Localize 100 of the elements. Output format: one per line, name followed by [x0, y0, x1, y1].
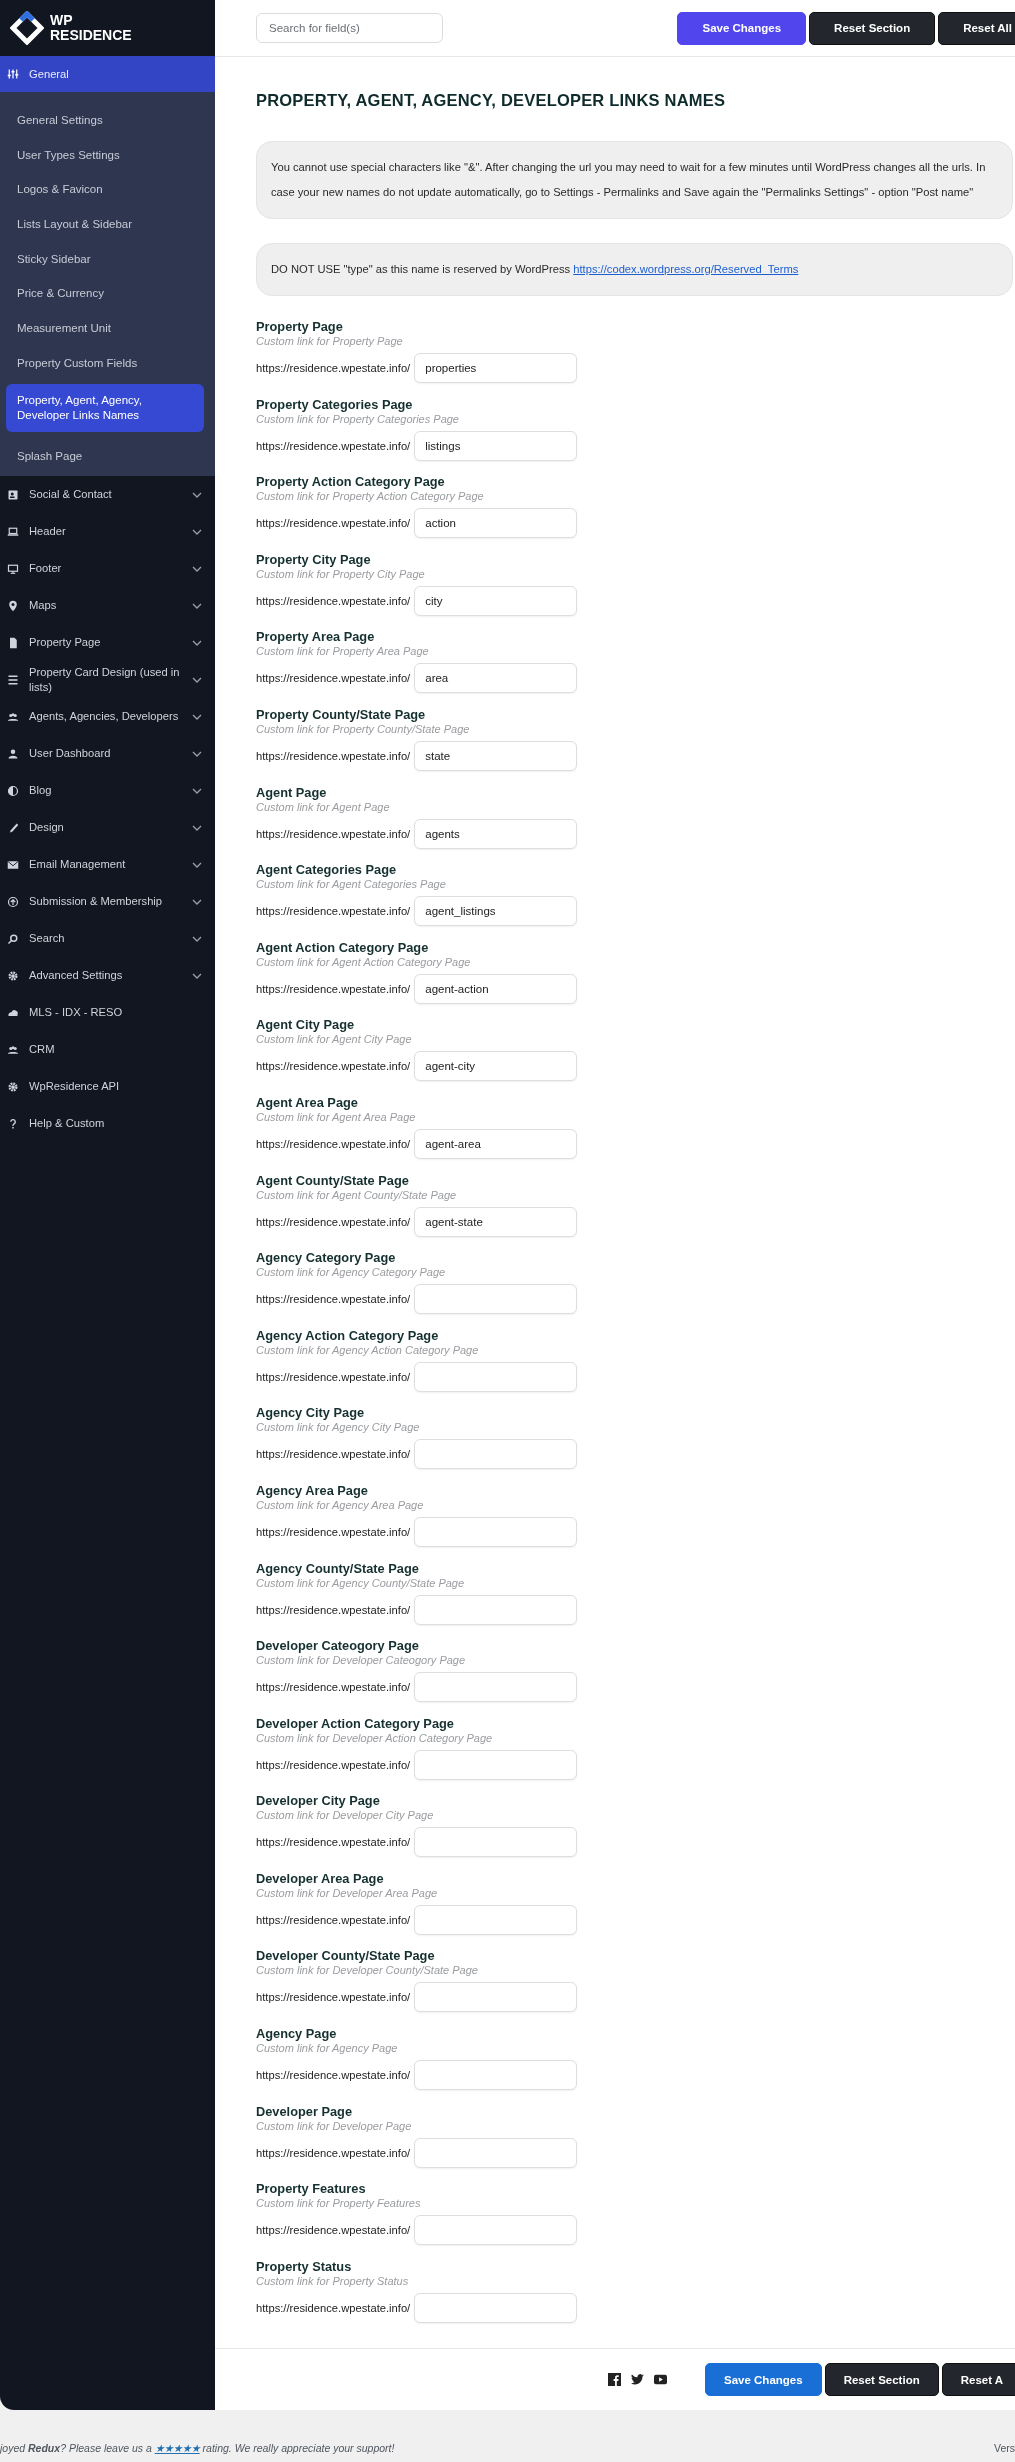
field-label: Agent Page [256, 784, 328, 800]
submenu-item[interactable]: General Settings [6, 103, 204, 138]
submenu-item[interactable]: Price & Currency [6, 276, 204, 312]
field-hint: Custom link for Property County/State Page [256, 722, 471, 736]
sidebar-item[interactable]: MLS - IDX - RESO [0, 994, 215, 1032]
upload-icon [7, 895, 19, 908]
sidebar-item[interactable]: Footer [0, 550, 215, 588]
input-field[interactable]: listings [414, 430, 578, 461]
facebook-icon[interactable] [608, 2373, 621, 2386]
input-field[interactable] [414, 1361, 578, 1392]
sidebar-item[interactable]: Help & Custom [0, 1105, 215, 1143]
input-field[interactable]: state [414, 740, 578, 771]
input-field[interactable]: properties [414, 353, 578, 383]
reset-button[interactable]: Reset Section [809, 11, 936, 45]
input-field[interactable] [414, 1594, 578, 1625]
submenu-item[interactable]: Sticky Sidebar [6, 241, 204, 277]
sidebar-item[interactable]: WpResidence API [0, 1068, 215, 1106]
url-prefix: https://residence.wpestate.info/ [256, 1681, 411, 1694]
sidebar-item[interactable]: Header [0, 513, 215, 551]
url-prefix: https://residence.wpestate.info/ [256, 1991, 411, 2004]
rating-link[interactable]: ★★★★★ [154, 2442, 200, 2454]
field-hint: Custom link for Agency Category Page [256, 1265, 447, 1280]
field-hint: Custom link for Property City Page [256, 567, 426, 581]
version-text: Vers [994, 2442, 1015, 2454]
user-icon [7, 747, 19, 760]
field-hint: Custom link for Agent City Page [256, 1032, 413, 1047]
field-label: Property Action Category Page [256, 474, 446, 490]
field-label: Agent Categories Page [256, 862, 398, 878]
input-field[interactable] [414, 1827, 578, 1858]
url-prefix: https://residence.wpestate.info/ [256, 1215, 411, 1228]
input-field[interactable] [414, 1439, 578, 1470]
input-field[interactable] [414, 2292, 578, 2323]
monitor-icon [7, 562, 19, 575]
input-field[interactable] [414, 1749, 578, 1780]
submenu-item[interactable]: Property Custom Fields [6, 345, 204, 381]
input-field[interactable] [414, 1284, 578, 1315]
reset-button[interactable]: Reset A [941, 2363, 1015, 2396]
field-label: Developer Page [256, 2103, 354, 2119]
save-button[interactable]: Save Changes [677, 11, 807, 45]
input-field[interactable] [414, 1982, 578, 2013]
twitter-icon[interactable] [631, 2373, 644, 2386]
input-field[interactable]: agent-city [414, 1051, 578, 1082]
url-prefix: https://residence.wpestate.info/ [256, 2146, 411, 2159]
input-field[interactable]: action [414, 508, 578, 539]
submenu-item[interactable]: Property, Agent, Agency, Developer Links Names [6, 383, 204, 432]
input-field[interactable] [414, 2060, 578, 2091]
submenu-item[interactable]: Lists Layout & Sidebar [6, 207, 204, 242]
sidebar-item[interactable]: Agents, Agencies, Developers [0, 698, 215, 736]
field-hint: Custom link for Agency Page [256, 2041, 399, 2056]
field-label: Agency Category Page [256, 1250, 397, 1266]
input-field[interactable] [414, 1904, 578, 1935]
field-label: Agency City Page [256, 1405, 366, 1421]
sidebar-item[interactable]: User Dashboard [0, 735, 215, 773]
url-prefix: https://residence.wpestate.info/ [256, 905, 411, 918]
url-prefix: https://residence.wpestate.info/ [256, 1525, 411, 1538]
url-prefix: https://residence.wpestate.info/ [256, 1758, 411, 1771]
field-hint: Custom link for Property Categories Page [256, 412, 460, 426]
input-field[interactable] [414, 1672, 578, 1703]
submenu-item[interactable]: Measurement Unit [6, 311, 204, 346]
input-field[interactable]: agent_listings [414, 896, 578, 927]
sidebar-item[interactable]: Email Management [0, 846, 215, 884]
input-field[interactable]: agent-action [414, 973, 578, 1004]
input-field[interactable]: agent-state [414, 1206, 578, 1237]
sidebar-item[interactable]: Design [0, 809, 215, 847]
sidebar-item[interactable]: Blog [0, 772, 215, 810]
link[interactable]: https://codex.wordpress.org/Reserved_Terms [573, 263, 799, 275]
laptop-icon [7, 525, 19, 538]
input-field[interactable]: city [414, 585, 578, 616]
submenu-item[interactable]: User Types Settings [6, 137, 204, 173]
sidebar-item[interactable]: Advanced Settings [0, 957, 215, 995]
input-field[interactable]: agents [414, 818, 578, 849]
sidebar-item[interactable]: Maps [0, 587, 215, 625]
sidebar-item[interactable]: General [0, 56, 215, 92]
sidebar-item[interactable]: Search [0, 920, 215, 958]
sidebar-item[interactable]: Property Page [0, 624, 215, 662]
url-prefix: https://residence.wpestate.info/ [256, 1293, 411, 1306]
sliders-icon [7, 68, 19, 80]
field-label: Agency Action Category Page [256, 1327, 440, 1343]
input-field[interactable]: agent-area [414, 1128, 578, 1159]
field-hint: Custom link for Developer Area Page [256, 1886, 439, 1900]
input-field[interactable] [414, 1516, 578, 1547]
sidebar-item[interactable]: Social & Contact [0, 476, 215, 514]
field-label: Agency Area Page [256, 1482, 369, 1498]
search-field[interactable]: Search for field(s) [256, 13, 444, 43]
field-hint: Custom link for Developer County/State Page [256, 1963, 479, 1978]
input-field[interactable] [414, 2215, 578, 2246]
sidebar-item[interactable]: Submission & Membership [0, 883, 215, 921]
submenu-item[interactable]: Logos & Favicon [6, 172, 204, 208]
reset-button[interactable]: Reset Section [824, 2363, 939, 2396]
video-play-icon[interactable] [654, 2373, 667, 2386]
sidebar-item[interactable]: CRM [0, 1031, 215, 1069]
field-label: Agency Page [256, 2026, 338, 2042]
submenu-item[interactable]: Splash Page [6, 438, 204, 474]
input-field[interactable] [414, 2137, 578, 2168]
input-field[interactable]: area [414, 663, 578, 694]
reset-button[interactable]: Reset All [938, 11, 1015, 45]
sidebar-item[interactable]: Property Card Design (used in lists) [0, 661, 215, 699]
field-hint: Custom link for Property Page [256, 334, 404, 348]
save-button[interactable]: Save Changes [705, 2363, 822, 2396]
notice-text: DO NOT USE "type" as this name is reserved by WordPress https://codex.wordpress.org/Reserved_Terms [256, 243, 1013, 296]
